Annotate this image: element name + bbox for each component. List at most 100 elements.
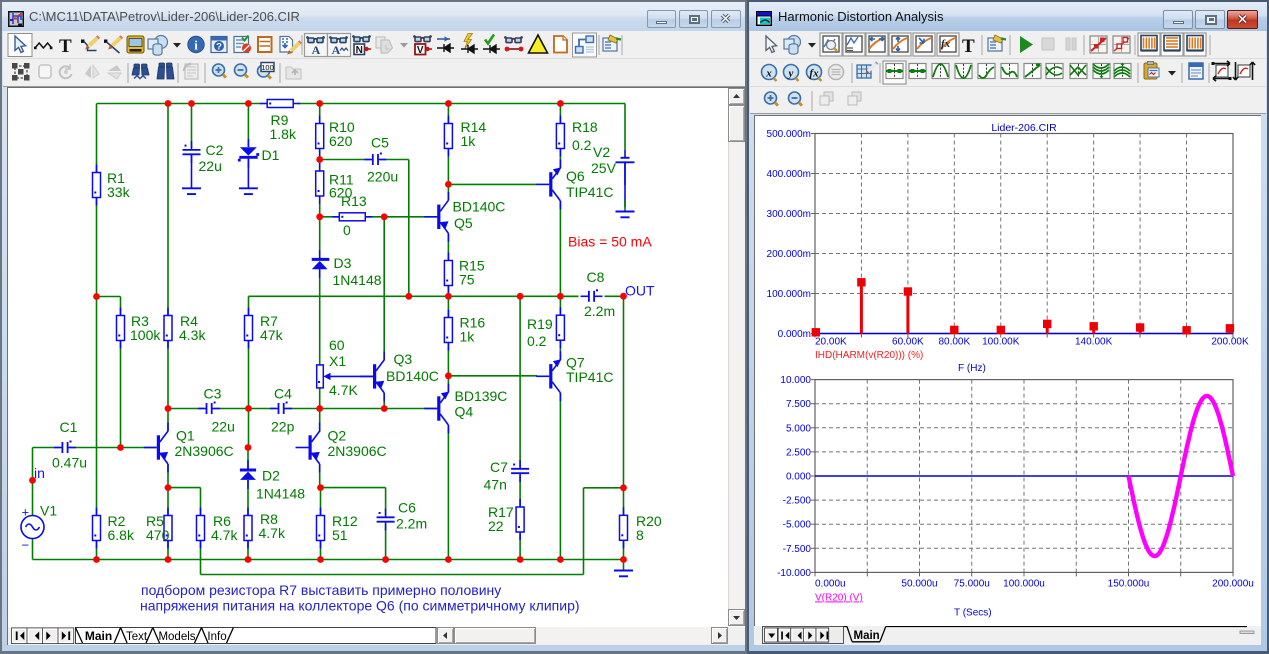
svg-text:2.2m: 2.2m: [396, 516, 427, 532]
svg-text:2N3906C: 2N3906C: [328, 443, 387, 459]
svg-text:50.000u: 50.000u: [901, 578, 937, 589]
svg-text:BD140C: BD140C: [386, 368, 439, 384]
svg-text:C4: C4: [274, 386, 292, 402]
svg-text:60.00K: 60.00K: [892, 337, 924, 348]
svg-text:400.000m: 400.000m: [767, 169, 811, 180]
svg-text:80.00K: 80.00K: [938, 337, 970, 348]
svg-text:Q4: Q4: [455, 404, 474, 420]
svg-text:300.000m: 300.000m: [767, 209, 811, 220]
svg-text:470: 470: [146, 527, 170, 543]
svg-text:5.000: 5.000: [786, 423, 811, 434]
svg-text:C6: C6: [398, 500, 416, 516]
svg-text:22u: 22u: [212, 419, 235, 435]
svg-text:−: −: [22, 538, 30, 553]
svg-text:620: 620: [329, 133, 353, 149]
svg-text:10.000: 10.000: [780, 375, 811, 386]
svg-text:2.2m: 2.2m: [584, 303, 615, 319]
svg-text:0.2: 0.2: [527, 333, 547, 349]
svg-text:100k: 100k: [130, 327, 161, 343]
svg-text:+: +: [22, 505, 30, 520]
svg-text:D2: D2: [262, 468, 280, 484]
svg-text:500.000m: 500.000m: [767, 129, 811, 140]
svg-text:4.7k: 4.7k: [259, 525, 286, 541]
svg-text:-7.500: -7.500: [783, 544, 812, 555]
svg-text:75: 75: [459, 272, 475, 288]
svg-text:140.00K: 140.00K: [1075, 337, 1113, 348]
svg-text:1N4148: 1N4148: [256, 486, 305, 502]
svg-text:X1: X1: [329, 353, 346, 369]
svg-text:Q2: Q2: [328, 428, 347, 444]
svg-text:1k: 1k: [460, 329, 476, 345]
svg-text:C1: C1: [60, 419, 78, 435]
svg-text:Main: Main: [854, 630, 880, 642]
svg-text:1k: 1k: [461, 133, 477, 149]
svg-text:200.000u: 200.000u: [1212, 578, 1254, 589]
svg-text:C5: C5: [371, 135, 389, 151]
svg-text:22p: 22p: [271, 419, 295, 435]
svg-text:60: 60: [329, 337, 345, 353]
svg-text:C8: C8: [587, 269, 605, 285]
svg-text:Lider-206.CIR: Lider-206.CIR: [991, 122, 1057, 134]
svg-text:Bias = 50 mA: Bias = 50 mA: [568, 234, 652, 250]
svg-text:7.500: 7.500: [786, 399, 811, 410]
svg-text:200.000m: 200.000m: [767, 249, 811, 260]
svg-text:0.000m: 0.000m: [778, 329, 811, 340]
svg-text:0.2: 0.2: [572, 137, 592, 153]
svg-text:200.00K: 200.00K: [1211, 337, 1249, 348]
svg-text:V1: V1: [40, 503, 57, 519]
svg-text:0.000u: 0.000u: [815, 578, 846, 589]
svg-text:C2: C2: [206, 142, 224, 158]
svg-text:y: y: [787, 68, 794, 80]
svg-text:-2.500: -2.500: [783, 496, 812, 507]
svg-text:IHD(HARM(v(R20))) (%): IHD(HARM(v(R20))) (%): [815, 350, 923, 361]
svg-text:V(R20) (V): V(R20) (V): [815, 592, 863, 603]
svg-text:C3: C3: [204, 386, 222, 402]
svg-text:100.000u: 100.000u: [1003, 578, 1045, 589]
svg-text:C7: C7: [490, 459, 508, 475]
svg-text:51: 51: [332, 527, 348, 543]
svg-text:F (Hz): F (Hz): [958, 363, 986, 374]
svg-text:x: x: [765, 68, 772, 80]
svg-text:100.000m: 100.000m: [767, 289, 811, 300]
svg-text:8: 8: [636, 527, 644, 543]
svg-text:20.00K: 20.00K: [815, 337, 847, 348]
svg-text:R18: R18: [572, 119, 598, 135]
svg-text:D1: D1: [262, 147, 280, 163]
svg-text:47n: 47n: [484, 477, 507, 493]
svg-text:2.500: 2.500: [786, 447, 811, 458]
svg-text:подбором резистора R7 выставит: подбором резистора R7 выставить примерно…: [141, 582, 501, 598]
svg-text:T: T: [962, 36, 975, 57]
svg-text:22u: 22u: [199, 158, 222, 174]
svg-text:4.7K: 4.7K: [329, 382, 358, 398]
svg-text:TIP41C: TIP41C: [566, 369, 613, 385]
svg-text:220u: 220u: [367, 169, 398, 185]
svg-text:4.7k: 4.7k: [211, 527, 238, 543]
svg-text:напряжения питания на коллекто: напряжения питания на коллекторе Q6 (по …: [140, 598, 580, 614]
svg-text:BD140C: BD140C: [453, 199, 506, 215]
svg-text:V2: V2: [593, 144, 610, 160]
svg-text:1.8k: 1.8k: [270, 126, 297, 142]
svg-text:OUT: OUT: [625, 283, 655, 299]
svg-text:100.00K: 100.00K: [982, 337, 1020, 348]
svg-text:25V: 25V: [591, 160, 617, 176]
svg-text:-5.000: -5.000: [783, 520, 812, 531]
svg-text:47k: 47k: [260, 327, 284, 343]
svg-text:D3: D3: [334, 255, 352, 271]
svg-text:Q5: Q5: [454, 215, 473, 231]
svg-text:4.3k: 4.3k: [179, 327, 206, 343]
svg-text:0: 0: [343, 222, 351, 238]
svg-text:0.000: 0.000: [786, 472, 811, 483]
svg-text:in: in: [34, 465, 45, 481]
svg-text:75.000u: 75.000u: [954, 578, 990, 589]
svg-text:fx: fx: [941, 38, 951, 50]
svg-text:T (Secs): T (Secs): [954, 607, 992, 618]
svg-text:1N4148: 1N4148: [333, 272, 382, 288]
svg-text:2N3906C: 2N3906C: [175, 443, 234, 459]
svg-text:Q3: Q3: [394, 351, 413, 367]
svg-text:6.8k: 6.8k: [108, 527, 135, 543]
svg-text:150.000u: 150.000u: [1108, 578, 1150, 589]
svg-text:fx: fx: [809, 68, 819, 80]
svg-text:-10.000: -10.000: [777, 568, 811, 579]
svg-text:TIP41C: TIP41C: [566, 184, 613, 200]
svg-text:0.47u: 0.47u: [52, 455, 87, 471]
